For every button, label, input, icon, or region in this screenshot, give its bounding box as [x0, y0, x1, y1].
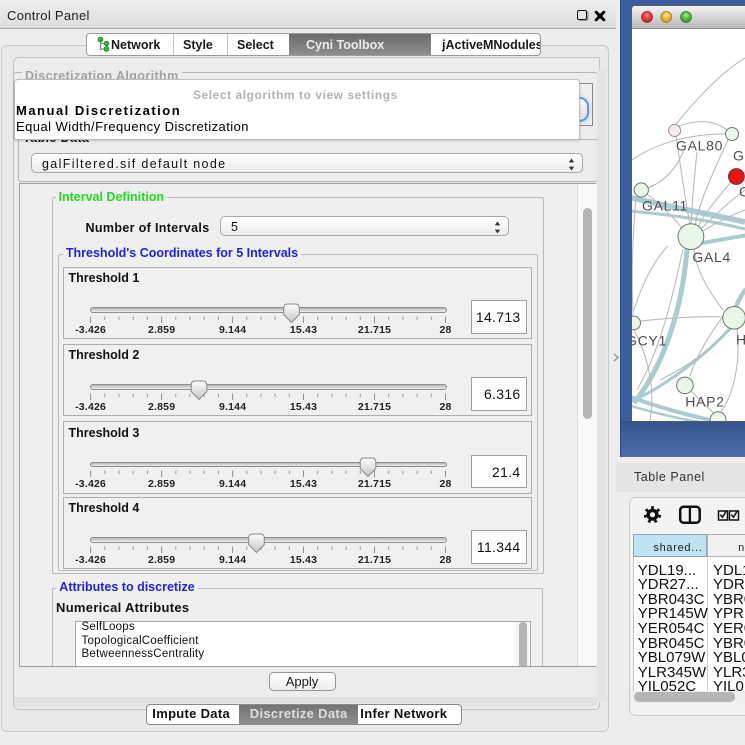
- svg-text:C: C: [739, 184, 745, 200]
- svg-text:GCY1: GCY1: [632, 333, 667, 349]
- svg-text:GAL80: GAL80: [676, 138, 723, 154]
- svg-text:G.: G.: [733, 148, 745, 164]
- svg-text:GAL11: GAL11: [642, 198, 688, 214]
- svg-text:HAP2: HAP2: [685, 394, 724, 410]
- svg-text:GAL4: GAL4: [692, 249, 731, 265]
- svg-text:H: H: [736, 332, 745, 348]
